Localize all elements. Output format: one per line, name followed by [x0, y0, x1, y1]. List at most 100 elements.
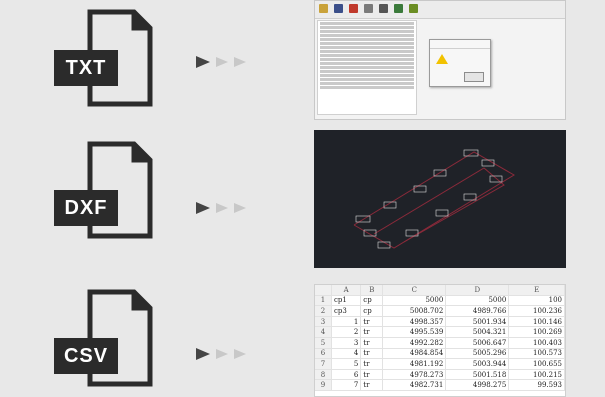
table-cell: 100.403: [508, 337, 565, 349]
row-number: 7: [315, 358, 332, 370]
column-header: E: [508, 285, 565, 296]
dialog-title: [430, 40, 490, 49]
table-cell: tr: [360, 379, 384, 391]
table-cell: 5005.296: [445, 348, 510, 360]
table-row: 5 3 tr 4992.282 5006.647 100.403: [315, 337, 565, 349]
table-cell: cp1: [331, 295, 362, 307]
log-line: [320, 86, 414, 89]
table-cell: 99.593: [508, 379, 565, 391]
table-cell: tr: [360, 326, 384, 338]
column-header-row: A B C D E: [315, 285, 565, 296]
table-cell: 4992.282: [382, 337, 447, 349]
file-type-badge: TXT: [54, 50, 118, 86]
log-line: [320, 74, 414, 77]
table-cell: 100: [508, 295, 565, 307]
table-cell: cp: [360, 305, 384, 317]
table-row: 9 7 tr 4982.731 4998.275 99.593: [315, 379, 565, 391]
row-number: 4: [315, 326, 332, 338]
column-header: [315, 285, 332, 296]
table-row: 1 cp1 cp 5000 5000 100: [315, 295, 565, 307]
table-cell: tr: [360, 348, 384, 360]
table-cell: 100.655: [508, 358, 565, 370]
spreadsheet-preview: A B C D E 1 cp1 cp 5000 5000 100 2 cp3 cp 5008.70…: [314, 284, 566, 397]
table-cell: 4: [331, 348, 362, 360]
log-pane: [317, 20, 417, 115]
table-cell: tr: [360, 316, 384, 328]
triple-arrow-icon: [196, 348, 246, 360]
row-number: 6: [315, 348, 332, 360]
table-cell: 4982.731: [382, 379, 447, 391]
table-row: 2 cp3 cp 5008.702 4989.766 100.236: [315, 305, 565, 317]
row-number: 8: [315, 369, 332, 381]
open-icon: [319, 4, 328, 13]
log-line: [320, 46, 414, 49]
table-cell: 5006.647: [445, 337, 510, 349]
table-cell: 4984.854: [382, 348, 447, 360]
table-cell: 5003.944: [445, 358, 510, 370]
row-number: 1: [315, 295, 332, 307]
table-cell: 100.146: [508, 316, 565, 328]
ok-button[interactable]: [464, 72, 484, 82]
table-cell: 4998.357: [382, 316, 447, 328]
file-type-badge: CSV: [54, 338, 118, 374]
table-cell: 1: [331, 316, 362, 328]
table-cell: tr: [360, 337, 384, 349]
log-line: [320, 66, 414, 69]
log-line: [320, 78, 414, 81]
log-line: [320, 70, 414, 73]
table-row: 7 5 tr 4981.192 5003.944 100.655: [315, 358, 565, 370]
triple-arrow-icon: [196, 202, 246, 214]
log-line: [320, 42, 414, 45]
warning-icon: [436, 54, 448, 64]
table-cell: 4989.766: [445, 305, 510, 317]
spreadsheet-table: A B C D E 1 cp1 cp 5000 5000 100 2 cp3 cp 5008.70…: [315, 285, 565, 391]
table-cell: 7: [331, 379, 362, 391]
log-line: [320, 38, 414, 41]
row-number: 5: [315, 337, 332, 349]
table-cell: 5004.321: [445, 326, 510, 338]
table-cell: 5000: [382, 295, 447, 307]
column-header: C: [382, 285, 447, 296]
table-cell: 4978.273: [382, 369, 447, 381]
table-cell: 100.236: [508, 305, 565, 317]
row-number: 3: [315, 316, 332, 328]
find-icon: [364, 4, 373, 13]
table-cell: 5001.934: [445, 316, 510, 328]
table-cell: 3: [331, 337, 362, 349]
table-cell: 5000: [445, 295, 510, 307]
table-row: 3 1 tr 4998.357 5001.934 100.146: [315, 316, 565, 328]
table-cell: 6: [331, 369, 362, 381]
help-icon: [409, 4, 418, 13]
table-row: 4 2 tr 4995.539 5004.321 100.269: [315, 326, 565, 338]
row-number: 2: [315, 305, 332, 317]
warning-dialog: [429, 39, 491, 87]
log-line: [320, 54, 414, 57]
log-line: [320, 62, 414, 65]
table-cell: 4981.192: [382, 358, 447, 370]
log-line: [320, 34, 414, 37]
table-cell: 2: [331, 326, 362, 338]
log-line: [320, 50, 414, 53]
row-number: 9: [315, 379, 332, 391]
column-header: A: [331, 285, 362, 296]
log-line: [320, 26, 414, 29]
app-toolbar: [315, 1, 565, 19]
settings-icon: [394, 4, 403, 13]
table-cell: 5: [331, 358, 362, 370]
table-cell: tr: [360, 358, 384, 370]
cad-linework: [353, 149, 515, 249]
log-line: [320, 58, 414, 61]
table-cell: 4995.539: [382, 326, 447, 338]
table-cell: 5008.702: [382, 305, 447, 317]
log-line: [320, 22, 414, 25]
close-icon: [349, 4, 358, 13]
row-txt: TXT: [0, 0, 605, 120]
table-cell: 4998.275: [445, 379, 510, 391]
table-cell: 5001.518: [445, 369, 510, 381]
column-header: B: [360, 285, 384, 296]
app-screenshot: [314, 0, 566, 120]
table-row: 6 4 tr 4984.854 5005.296 100.573: [315, 348, 565, 360]
save-icon: [334, 4, 343, 13]
cad-drawing: [314, 130, 566, 268]
log-line: [320, 82, 414, 85]
